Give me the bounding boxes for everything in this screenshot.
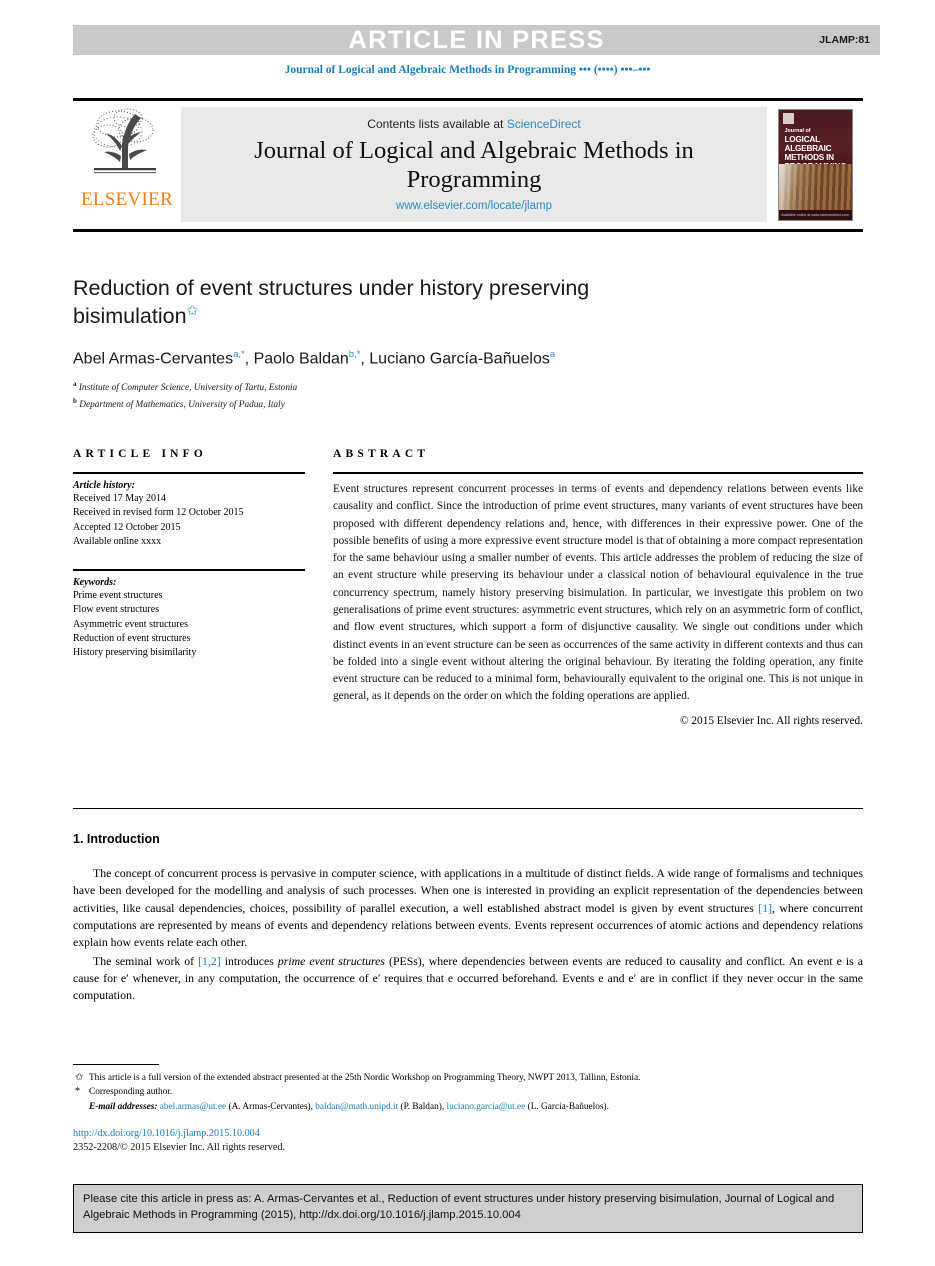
author-list: Abel Armas-Cervantesa,*, Paolo Baldanb,*… <box>73 348 556 368</box>
introduction-heading: 1. Introduction <box>73 832 160 846</box>
affiliation-item: a Institute of Computer Science, Univers… <box>73 379 863 396</box>
paper-title-text: Reduction of event structures under hist… <box>73 276 590 329</box>
email-link-3[interactable]: luciano.garcia@ut.ee <box>447 1102 526 1112</box>
footnote-star-marker-icon: ✩ <box>75 1072 84 1083</box>
author-name-1[interactable]: Abel Armas-Cervantes <box>73 350 233 367</box>
abstract-body: Event structures represent concurrent pr… <box>333 483 863 703</box>
footnote-emails: E-mail addresses: abel.armas@ut.ee (A. A… <box>89 1101 609 1112</box>
info-abstract-columns: ARTICLE INFO Article history: Received 1… <box>73 448 863 727</box>
cover-title-line-2: ALGEBRAIC <box>784 143 832 153</box>
citation-link-1[interactable]: [1] <box>758 901 772 915</box>
abstract-copyright: © 2015 Elsevier Inc. All rights reserved… <box>679 714 863 727</box>
affiliation-text-b: Department of Mathematics, University of… <box>79 400 285 411</box>
footnotes-block: ✩ This article is a full version of the … <box>73 1071 863 1114</box>
keyword-item: Reduction of event structures <box>73 633 191 645</box>
email-owner-2: (P. Baldan) <box>400 1101 442 1112</box>
journal-title: Journal of Logical and Algebraic Methods… <box>254 136 694 193</box>
intro-p2-part-b: introduces <box>220 953 278 968</box>
running-head: Journal of Logical and Algebraic Methods… <box>284 64 651 76</box>
elsevier-logo: ELSEVIER <box>73 101 181 229</box>
masthead-center-panel: Contents lists available at ScienceDirec… <box>181 107 767 222</box>
abstract-bottom-rule <box>73 808 863 809</box>
intro-p2-emphasis: prime event structures <box>277 953 386 968</box>
cover-image: Journal of LOGICAL ALGEBRAIC METHODS IN … <box>777 109 853 221</box>
history-item: Received in revised form 12 October 2015 <box>73 507 244 519</box>
sciencedirect-link[interactable]: ScienceDirect <box>507 117 581 131</box>
affiliation-mark-b: b <box>73 397 77 406</box>
citation-link-2[interactable]: [1,2] <box>198 954 221 968</box>
footnote-star: ✩ This article is a full version of the … <box>73 1071 863 1085</box>
doi-link[interactable]: http://dx.doi.org/10.1016/j.jlamp.2015.1… <box>73 1128 260 1139</box>
journal-cover-thumbnail: Journal of LOGICAL ALGEBRAIC METHODS IN … <box>767 101 863 229</box>
footnote-corresponding-text: Corresponding author. <box>89 1087 173 1098</box>
elsevier-tree-icon <box>92 108 156 174</box>
cover-title-line-3: METHODS IN <box>784 152 835 162</box>
abstract-heading: ABSTRACT <box>333 448 430 460</box>
article-info-column: ARTICLE INFO Article history: Received 1… <box>73 448 305 727</box>
author-sup-1[interactable]: a,* <box>233 349 245 360</box>
email-owner-1: (A. Armas-Cervantes) <box>228 1101 311 1112</box>
email-owner-3: (L. García-Bañuelos) <box>527 1101 607 1112</box>
author-name-2[interactable]: Paolo Baldan <box>254 350 349 367</box>
contents-prefix: Contents lists available at <box>367 116 507 131</box>
introduction-section: 1. Introduction The concept of concurren… <box>73 832 863 1006</box>
keyword-item: History preserving bisimilarity <box>73 647 197 659</box>
elsevier-wordmark: ELSEVIER <box>80 189 174 210</box>
footnote-separator-rule <box>73 1064 159 1065</box>
page-title: Reduction of event structures under hist… <box>73 275 713 330</box>
journal-masthead: ELSEVIER Contents lists available at Sci… <box>73 98 863 232</box>
author-name-3[interactable]: Luciano García-Bañuelos <box>369 350 550 367</box>
cover-footer-bar: Available online at www.sciencedirect.co… <box>778 210 852 220</box>
footnote-corresponding-author: * Corresponding author. <box>73 1085 863 1099</box>
email-link-1[interactable]: abel.armas@ut.ee <box>160 1102 226 1112</box>
keyword-item: Prime event structures <box>73 590 163 602</box>
keywords-group: Keywords: Prime event structures Flow ev… <box>73 571 305 660</box>
email-link-2[interactable]: baldan@math.unipd.it <box>315 1102 398 1112</box>
cover-title-line-1: LOGICAL <box>784 134 821 144</box>
article-info-heading: ARTICLE INFO <box>73 448 208 460</box>
history-item: Accepted 12 October 2015 <box>73 521 181 533</box>
affiliation-mark-a: a <box>73 380 77 389</box>
article-in-press-band: ARTICLE IN PRESS JLAMP:81 <box>73 25 880 55</box>
contents-available-line: Contents lists available at ScienceDirec… <box>367 117 580 131</box>
affiliation-list: a Institute of Computer Science, Univers… <box>73 379 863 413</box>
title-footnote-star-icon[interactable]: ✩ <box>187 302 199 318</box>
introduction-paragraph-2: The seminal work of [1,2] introduces pri… <box>73 953 863 1005</box>
journal-homepage-link[interactable]: www.elsevier.com/locate/jlamp <box>396 200 552 212</box>
author-sup-3[interactable]: a <box>550 349 555 360</box>
abstract-column: ABSTRACT Event structures represent conc… <box>333 448 863 727</box>
keywords-label: Keywords: <box>73 577 117 589</box>
intro-p1-part-a: The concept of concurrent process is per… <box>73 866 863 915</box>
cover-photo-artwork <box>778 163 852 210</box>
keyword-item: Asymmetric event structures <box>73 618 188 630</box>
intro-p2-part-a: The seminal work of <box>93 953 199 968</box>
keyword-item: Flow event structures <box>73 604 160 616</box>
title-block: Reduction of event structures under hist… <box>73 275 863 413</box>
author-sup-2[interactable]: b,* <box>349 349 361 360</box>
article-in-press-label: ARTICLE IN PRESS <box>348 25 605 54</box>
introduction-paragraph-1: The concept of concurrent process is per… <box>73 865 863 952</box>
article-history-group: Article history: Received 17 May 2014 Re… <box>73 474 305 549</box>
cover-elsevier-mark-icon <box>782 113 794 124</box>
footnote-asterisk-marker-icon: * <box>75 1086 80 1098</box>
issn-copyright-line: 2352-2208/© 2015 Elsevier Inc. All right… <box>73 1142 286 1153</box>
please-cite-box: Please cite this article in press as: A.… <box>73 1184 863 1233</box>
cover-footer-text: Available online at www.sciencedirect.co… <box>781 213 849 217</box>
please-cite-text: Please cite this article in press as: A.… <box>83 1193 835 1221</box>
email-addresses-label: E-mail addresses: <box>89 1101 158 1112</box>
history-item: Received 17 May 2014 <box>73 493 167 504</box>
footnote-star-text: This article is a full version of the ex… <box>89 1073 641 1083</box>
article-history-label: Article history: <box>73 480 135 491</box>
affiliation-text-a: Institute of Computer Science, Universit… <box>78 383 298 394</box>
manuscript-code: JLAMP:81 <box>819 34 870 46</box>
history-item: Available online xxxx <box>73 535 162 547</box>
affiliation-item: b Department of Mathematics, University … <box>73 396 863 413</box>
